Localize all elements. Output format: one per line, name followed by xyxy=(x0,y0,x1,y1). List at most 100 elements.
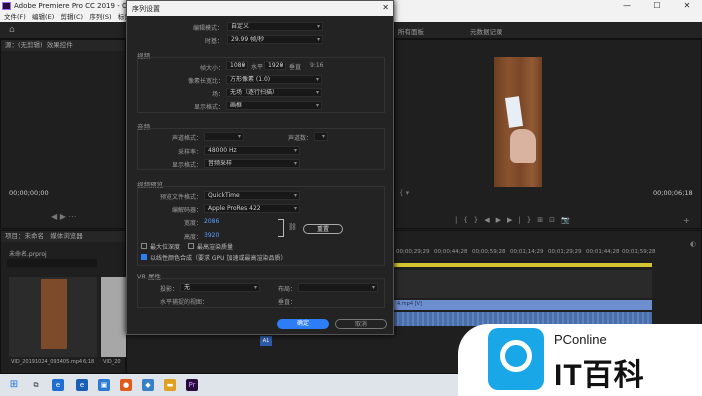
chain-link-icon[interactable]: ⛓ xyxy=(288,223,297,231)
premiere-taskbar-icon[interactable]: Pr xyxy=(186,379,198,391)
program-video-frame xyxy=(494,57,542,187)
video-group: 帧大小： 1080 水平 1920 垂直 9:16 像素长宽比： 方形像素 (1… xyxy=(137,57,385,113)
vertical-view-label: 垂直： xyxy=(277,299,296,306)
clip-thumbnail-image xyxy=(41,279,67,349)
network-app-icon[interactable]: ◆ xyxy=(142,379,154,391)
windows-start-icon[interactable]: ⊞ xyxy=(8,379,20,391)
video-track-empty[interactable] xyxy=(394,270,652,298)
timeline-ruler[interactable]: 00;00;29;29 00;00;44;28 00;00;59;28 00;0… xyxy=(394,247,656,257)
sample-rate-dropdown[interactable]: 48000 Hz xyxy=(204,146,300,155)
max-bit-depth-checkbox[interactable] xyxy=(141,243,147,249)
horizontal-label: 水平 xyxy=(251,64,264,71)
ruler-tick: 00;00;59;28 xyxy=(472,249,506,255)
program-controls-left[interactable]: { ▾ xyxy=(399,189,409,197)
video-hand-shape xyxy=(510,129,536,163)
workspace-tab-metadata[interactable]: 元数据记录 xyxy=(470,26,503,36)
minimize-icon[interactable]: — xyxy=(612,0,642,12)
reset-button[interactable]: 重置 xyxy=(303,224,343,234)
frame-size-label: 帧大小： xyxy=(199,65,224,72)
project-panel: 项目：未命名 媒体浏览器 未命名.prproj VID_20191024_093… xyxy=(0,230,127,374)
preview-width-value[interactable]: 2086 xyxy=(204,218,219,225)
maximize-icon[interactable]: ☐ xyxy=(642,0,672,12)
file-explorer-icon[interactable]: ▬ xyxy=(164,379,176,391)
audio-group: 声道格式： 声道数： 采样率： 48000 Hz 显示格式： 音频采样 xyxy=(137,128,385,170)
timeline-scrollbar[interactable]: ◐ xyxy=(690,240,696,320)
linear-color-checkbox[interactable] xyxy=(141,254,147,260)
menu-file[interactable]: 文件(F) xyxy=(4,12,26,22)
app-icon-blue[interactable]: ▣ xyxy=(98,379,110,391)
ruler-tick: 00;00;29;29 xyxy=(396,249,430,255)
program-timecode: 00;00;06;18 xyxy=(653,189,693,197)
horizontal-view-label: 水平捕捉的视图： xyxy=(159,299,208,306)
premiere-app-icon xyxy=(2,2,11,10)
close-window-icon[interactable]: ✕ xyxy=(672,0,702,12)
effect-controls-tab[interactable]: 效果控件 xyxy=(47,41,73,49)
timebase-label: 时基： xyxy=(204,38,223,45)
ruler-tick: 00;01;59;28 xyxy=(622,249,656,255)
codec-dropdown[interactable]: Apple ProRes 422 xyxy=(204,204,300,213)
clip-thumbnail-2[interactable] xyxy=(101,277,127,357)
track-target-a1[interactable]: A1 xyxy=(260,336,272,346)
home-icon[interactable]: ⌂ xyxy=(9,25,15,35)
media-browser-tab[interactable]: 媒体浏览器 xyxy=(50,232,83,240)
preview-height-label: 高度： xyxy=(183,234,202,241)
task-view-icon[interactable]: ⧉ xyxy=(30,379,42,391)
field-dropdown[interactable]: 无场（逐行扫描） xyxy=(226,88,322,97)
ie-browser-icon[interactable]: e xyxy=(76,379,88,391)
channels-label: 声道数： xyxy=(287,135,312,142)
max-bit-depth-label: 最大位深度 xyxy=(150,244,181,251)
menu-clip[interactable]: 剪辑(C) xyxy=(60,12,83,22)
pconline-logo-icon xyxy=(488,328,544,390)
dialog-close-icon[interactable]: ✕ xyxy=(382,3,389,12)
preview-file-format-dropdown[interactable]: QuickTime xyxy=(204,191,300,200)
video-clip[interactable]: 4.mp4 [V] xyxy=(394,300,652,310)
source-timecode: 00;00;00;00 xyxy=(9,189,49,197)
timebase-dropdown[interactable]: 29.99 帧/秒 xyxy=(227,35,323,44)
edit-mode-label: 编辑模式： xyxy=(192,25,223,32)
ok-button[interactable]: 确定 xyxy=(277,319,329,329)
edit-mode-dropdown[interactable]: 自定义 xyxy=(227,22,323,31)
firefox-icon[interactable]: ● xyxy=(120,379,132,391)
timeline-work-area-bar[interactable] xyxy=(394,263,652,267)
edge-browser-icon[interactable]: e xyxy=(52,379,64,391)
watermark-text: IT百科 xyxy=(554,359,645,392)
vr-group: 投影： 无 布局： 水平捕捉的视图： 垂直： xyxy=(137,278,385,308)
program-transport-icons[interactable]: |{}◀▶▶|}⊞⊡📷 xyxy=(455,216,576,224)
project-tab[interactable]: 项目：未命名 xyxy=(5,232,44,240)
video-preview-group: 预览文件格式： QuickTime 编解码器： Apple ProRes 422… xyxy=(137,186,385,266)
preview-width-label: 宽度： xyxy=(183,220,202,227)
projection-dropdown[interactable]: 无 xyxy=(180,283,260,292)
watermark-brand: PConline xyxy=(554,332,607,347)
video-clip-label: 4.mp4 [V] xyxy=(397,301,422,307)
frame-height-input[interactable]: 1920 xyxy=(264,61,286,70)
pconline-watermark: PConline IT百科 xyxy=(458,324,702,396)
video-display-format-dropdown[interactable]: 画框 xyxy=(226,101,322,110)
clip-thumbnail[interactable] xyxy=(9,277,97,357)
preview-file-format-label: 预览文件格式： xyxy=(159,194,202,201)
layout-dropdown xyxy=(298,283,378,292)
menu-sequence[interactable]: 序列(S) xyxy=(89,12,111,22)
video-display-format-label: 显示格式： xyxy=(193,104,224,111)
program-add-icon[interactable]: + xyxy=(683,216,690,225)
pixel-aspect-dropdown[interactable]: 方形像素 (1.0) xyxy=(226,75,322,84)
audio-display-format-dropdown[interactable]: 音频采样 xyxy=(204,159,300,168)
cancel-button[interactable]: 取消 xyxy=(335,319,387,329)
max-render-quality-checkbox[interactable] xyxy=(188,243,194,249)
preview-height-value[interactable]: 3920 xyxy=(204,232,219,239)
sample-rate-label: 采样率： xyxy=(177,149,202,156)
channel-format-dropdown xyxy=(204,132,244,141)
project-search-input[interactable] xyxy=(7,259,97,267)
source-transport-icons[interactable]: ◀ ▶ ⋯ xyxy=(51,212,76,221)
channels-dropdown xyxy=(314,132,328,141)
workspace-tab-all-panels[interactable]: 所有面板 xyxy=(398,26,424,36)
frame-width-input[interactable]: 1080 xyxy=(226,61,248,70)
menu-edit[interactable]: 编辑(E) xyxy=(32,12,54,22)
program-monitor: 00;00;06;18 { ▾ |{}◀▶▶|}⊞⊡📷 + xyxy=(394,39,702,229)
link-bracket-icon xyxy=(278,219,284,237)
source-tab[interactable]: 源：(无剪辑) xyxy=(5,41,43,49)
field-label: 场： xyxy=(211,91,224,98)
linear-color-label: 以线性颜色合成（要求 GPU 加速或最高渲染品质） xyxy=(150,255,287,262)
channel-format-label: 声道格式： xyxy=(171,135,202,142)
project-panel-header: 项目：未命名 媒体浏览器 xyxy=(1,231,125,242)
clip-name-2: VID_20 xyxy=(103,359,121,365)
